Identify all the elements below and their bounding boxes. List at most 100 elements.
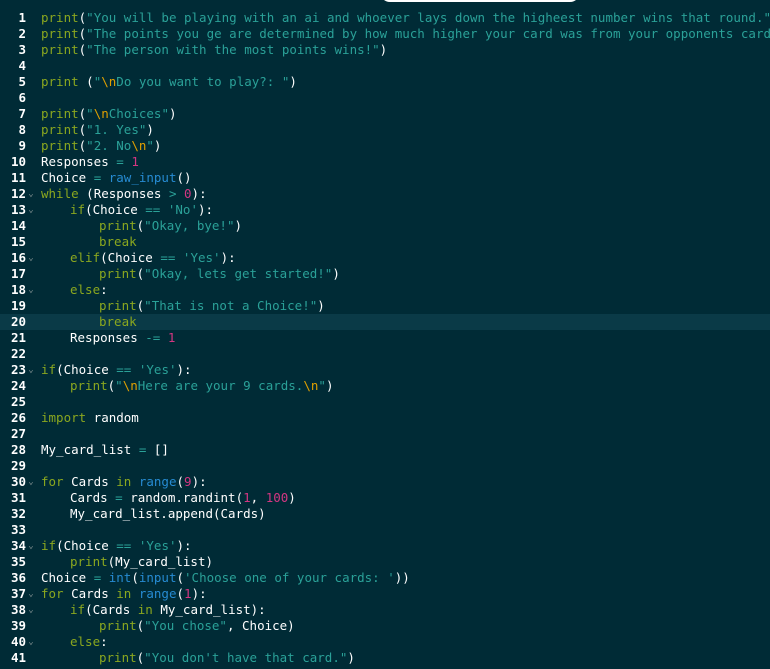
code-line[interactable]: 7 print("\nChoices") bbox=[0, 106, 770, 122]
code-line[interactable]: 32 My_card_list.append(Cards) bbox=[0, 506, 770, 522]
fold-arrow-icon[interactable]: ⌄ bbox=[27, 250, 35, 266]
code-line[interactable]: 16 ⌄ elif(Choice == 'Yes'): bbox=[0, 250, 770, 266]
code-line[interactable]: 36 Choice = int(input('Choose one of your… bbox=[0, 570, 770, 586]
code-line[interactable]: 18 ⌄ else: bbox=[0, 282, 770, 298]
code-text: print("2. No\n") bbox=[41, 138, 161, 154]
fold-arrow-icon[interactable]: ⌄ bbox=[27, 538, 35, 554]
fold-arrow-icon[interactable]: ⌄ bbox=[27, 634, 35, 650]
code-token: print bbox=[99, 298, 137, 313]
code-line[interactable]: 13 ⌄ if(Choice == 'No'): bbox=[0, 202, 770, 218]
code-token: random bbox=[86, 410, 139, 425]
code-token: 'No' bbox=[167, 202, 198, 217]
code-line[interactable]: 12 ⌄ while (Responses > 0): bbox=[0, 186, 770, 202]
code-line[interactable]: 2 print("The points you ge are determined… bbox=[0, 26, 770, 42]
code-token: Cards bbox=[63, 474, 117, 489]
line-number: 33 bbox=[10, 522, 26, 537]
code-line[interactable]: 25 bbox=[0, 394, 770, 410]
code-line[interactable]: 23 ⌄ if(Choice == 'Yes'): bbox=[0, 362, 770, 378]
code-token: else bbox=[70, 282, 101, 297]
code-token: (Choice bbox=[85, 202, 146, 217]
code-line[interactable]: 14 print("Okay, bye!") bbox=[0, 218, 770, 234]
code-line[interactable]: 6 bbox=[0, 90, 770, 106]
code-token: == bbox=[116, 538, 132, 553]
code-text: print("\nChoices") bbox=[41, 106, 177, 122]
code-line[interactable]: 33 bbox=[0, 522, 770, 538]
code-token: print bbox=[41, 10, 79, 25]
code-line[interactable]: 20 break bbox=[0, 314, 770, 330]
code-line[interactable]: 10 Responses = 1 bbox=[0, 154, 770, 170]
fold-arrow-icon[interactable]: ⌄ bbox=[27, 202, 35, 218]
code-line[interactable]: 34 ⌄ if(Choice == 'Yes'): bbox=[0, 538, 770, 554]
line-number: 41 bbox=[10, 650, 26, 665]
code-line[interactable]: 30 ⌄ for Cards in range(9): bbox=[0, 474, 770, 490]
code-token: ( bbox=[176, 570, 185, 585]
code-line[interactable]: 11 Choice = raw_input() bbox=[0, 170, 770, 186]
code-token: in bbox=[116, 474, 132, 489]
code-line[interactable]: 29 bbox=[0, 458, 770, 474]
line-number: 39 bbox=[10, 618, 26, 633]
code-token: input bbox=[138, 570, 177, 585]
line-number: 9 bbox=[18, 138, 26, 153]
code-token: "You don't have that card." bbox=[144, 650, 348, 665]
code-line[interactable]: 5 print ("\nDo you want to play?: ") bbox=[0, 74, 770, 90]
code-token: 100 bbox=[265, 490, 289, 505]
code-token: if bbox=[41, 362, 57, 377]
code-token: ): bbox=[176, 362, 192, 377]
fold-arrow-icon[interactable]: ⌄ bbox=[27, 186, 35, 202]
code-line[interactable]: 40 ⌄ else: bbox=[0, 634, 770, 650]
code-line[interactable]: 26 import random bbox=[0, 410, 770, 426]
code-line[interactable]: 31 Cards = random.randint(1, 100) bbox=[0, 490, 770, 506]
code-line[interactable]: 15 break bbox=[0, 234, 770, 250]
code-token: print bbox=[41, 26, 79, 41]
code-token: for bbox=[41, 586, 64, 601]
code-line[interactable]: 21 Responses -= 1 bbox=[0, 330, 770, 346]
fold-arrow-icon[interactable]: ⌄ bbox=[27, 602, 35, 618]
fold-arrow-icon[interactable]: ⌄ bbox=[27, 362, 35, 378]
code-line[interactable]: 19 print("That is not a Choice!") bbox=[0, 298, 770, 314]
code-line[interactable]: 35 print(My_card_list) bbox=[0, 554, 770, 570]
line-number: 8 bbox=[18, 122, 26, 137]
code-token: My_card_list): bbox=[152, 602, 266, 617]
code-text: while (Responses > 0): bbox=[41, 186, 207, 202]
code-line[interactable]: 39 print("You chose", Choice) bbox=[0, 618, 770, 634]
fold-arrow-icon[interactable]: ⌄ bbox=[27, 586, 35, 602]
code-line[interactable]: 41 print("You don't have that card.") bbox=[0, 650, 770, 666]
code-token: ( bbox=[176, 474, 185, 489]
code-line[interactable]: 24 print("\nHere are your 9 cards.\n") bbox=[0, 378, 770, 394]
code-line[interactable]: 4 bbox=[0, 58, 770, 74]
code-line[interactable]: 17 print("Okay, lets get started!") bbox=[0, 266, 770, 282]
code-token: "Okay, lets get started!" bbox=[144, 266, 333, 281]
line-number: 11 bbox=[10, 170, 26, 185]
line-number: 3 bbox=[18, 42, 26, 57]
code-token: break bbox=[99, 314, 137, 329]
code-token: == bbox=[116, 362, 132, 377]
code-token: 1 bbox=[167, 330, 176, 345]
code-line[interactable]: 38 ⌄ if(Cards in My_card_list): bbox=[0, 602, 770, 618]
code-line[interactable]: 37 ⌄ for Cards in range(1): bbox=[0, 586, 770, 602]
code-token: ) bbox=[325, 378, 334, 393]
code-line[interactable]: 8 print("1. Yes") bbox=[0, 122, 770, 138]
fold-arrow-icon[interactable]: ⌄ bbox=[27, 474, 35, 490]
code-line[interactable]: 3 print("The person with the most points … bbox=[0, 42, 770, 58]
line-number: 29 bbox=[10, 458, 26, 473]
code-line[interactable]: 22 bbox=[0, 346, 770, 362]
code-token: print bbox=[41, 138, 79, 153]
code-line[interactable]: 1 print("You will be playing with an ai a… bbox=[0, 10, 770, 26]
code-line[interactable]: 28 My_card_list = [] bbox=[0, 442, 770, 458]
code-text: print("You don't have that card.") bbox=[41, 650, 355, 666]
fold-arrow-icon[interactable]: ⌄ bbox=[27, 282, 35, 298]
code-token: 'Yes' bbox=[138, 538, 177, 553]
code-text: My_card_list = [] bbox=[41, 442, 169, 458]
code-editor[interactable]: 1 print("You will be playing with an ai a… bbox=[0, 0, 770, 669]
code-text: if(Choice == 'Yes'): bbox=[41, 362, 192, 378]
code-token: range bbox=[138, 586, 177, 601]
code-line[interactable]: 9 print("2. No\n") bbox=[0, 138, 770, 154]
code-area[interactable]: 1 print("You will be playing with an ai a… bbox=[0, 10, 770, 666]
code-token: My_card_list bbox=[41, 442, 139, 457]
code-token: () bbox=[176, 170, 192, 185]
code-line[interactable]: 27 bbox=[0, 426, 770, 442]
